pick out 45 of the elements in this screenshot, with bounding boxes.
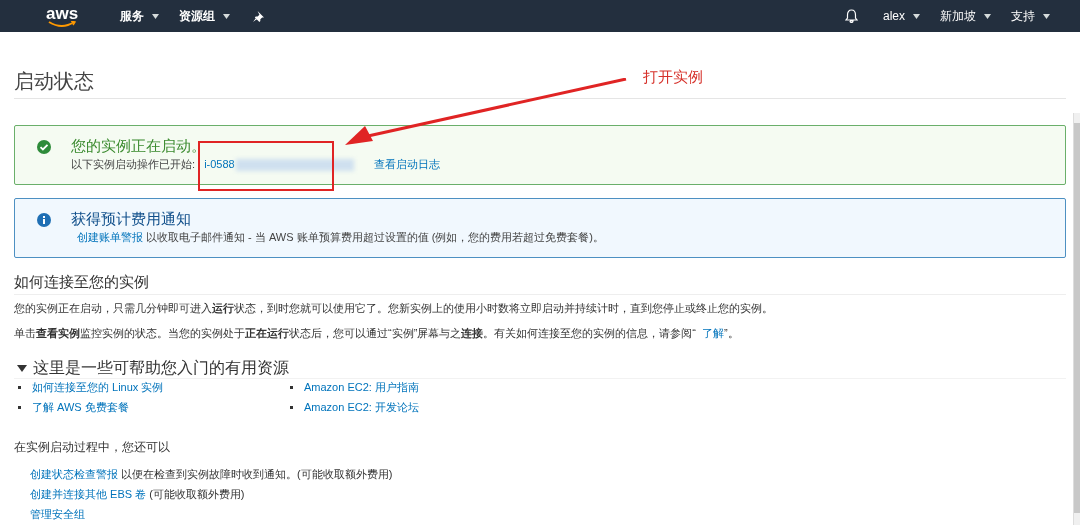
pin-icon[interactable] bbox=[253, 10, 265, 22]
bullet-icon bbox=[290, 405, 293, 409]
caret-icon bbox=[913, 13, 920, 19]
paragraph: 您的实例正在启动，只需几分钟即可进入运行状态，到时您就可以使用它了。您新实例上的使用小时数将立即启动并持续计时，直到您停止或终止您的实例。 bbox=[14, 301, 774, 316]
region-menu[interactable]: 新加坡 bbox=[940, 7, 991, 25]
alert-title: 您的实例正在启动。 bbox=[71, 136, 207, 156]
link[interactable]: 查看启动日志 bbox=[373, 158, 440, 170]
caret-icon bbox=[152, 13, 160, 19]
smile-icon bbox=[48, 20, 76, 28]
resource-link[interactable]: 了解 AWS 免费套餐 bbox=[32, 399, 129, 415]
arrow-icon bbox=[343, 78, 628, 148]
resource-link[interactable]: 如何连接至您的 Linux 实例 bbox=[32, 379, 164, 395]
section-text: 在实例启动过程中，您还可以 bbox=[14, 439, 171, 455]
link[interactable]: 创建账单警报 bbox=[77, 231, 143, 243]
menu-button[interactable]: 服务 bbox=[120, 7, 160, 25]
menu-button[interactable]: 资源组 bbox=[179, 7, 231, 25]
link-note: (可能收取额外费用) bbox=[148, 487, 245, 502]
section-heading: 如何连接至您的实例 bbox=[14, 272, 1066, 295]
action-link[interactable]: 创建并连接其他 EBS 卷 bbox=[30, 487, 147, 502]
paragraph: 单击查看实例监控实例的状态。当您的实例处于正在运行状态后，您可以通过“实例”屏幕与之连接。有关如何连接至您的实例的信息，请参阅“ 了解”。 bbox=[14, 326, 740, 341]
caret-icon bbox=[1043, 13, 1050, 19]
user-menu[interactable]: alex bbox=[883, 7, 920, 25]
resource-link[interactable]: Amazon EC2: 开发论坛 bbox=[304, 399, 419, 415]
expand-toggle[interactable]: 这里是一些可帮助您入门的有用资源 bbox=[14, 358, 289, 378]
resource-link[interactable]: Amazon EC2: 用户指南 bbox=[304, 379, 419, 395]
link[interactable]: 了解 bbox=[702, 327, 724, 339]
bullet-icon bbox=[290, 385, 293, 389]
bullet-icon bbox=[18, 385, 21, 389]
support-menu[interactable]: 支持 bbox=[1011, 7, 1050, 25]
bell-icon[interactable] bbox=[845, 9, 858, 23]
caret-icon bbox=[223, 13, 231, 19]
link-note: 以便在检查到实例故障时收到通知。(可能收取额外费用) bbox=[120, 467, 393, 482]
check-circle-icon bbox=[37, 140, 51, 154]
scrollbar[interactable] bbox=[1073, 113, 1080, 525]
action-link[interactable]: 创建状态检查警报 bbox=[30, 467, 118, 482]
action-link[interactable]: 管理安全组 bbox=[30, 507, 85, 522]
logo-link[interactable]: aws bbox=[46, 4, 79, 28]
caret-icon bbox=[984, 13, 991, 19]
alert-title: 获得预计费用通知 bbox=[71, 209, 192, 229]
alert-message: 以下实例启动操作已开始: i-0588 查看启动日志 bbox=[71, 157, 440, 172]
bullet-icon bbox=[18, 405, 21, 409]
alert-message: 创建账单警报 以收取电子邮件通知 - 当 AWS 账单预算费用超过设置的值 (例如，您的费用若超过免费套餐)。 bbox=[76, 230, 604, 245]
link[interactable]: i-0588 bbox=[204, 158, 235, 170]
info-icon bbox=[37, 213, 51, 227]
annotation-label: 打开实例 bbox=[643, 67, 703, 87]
